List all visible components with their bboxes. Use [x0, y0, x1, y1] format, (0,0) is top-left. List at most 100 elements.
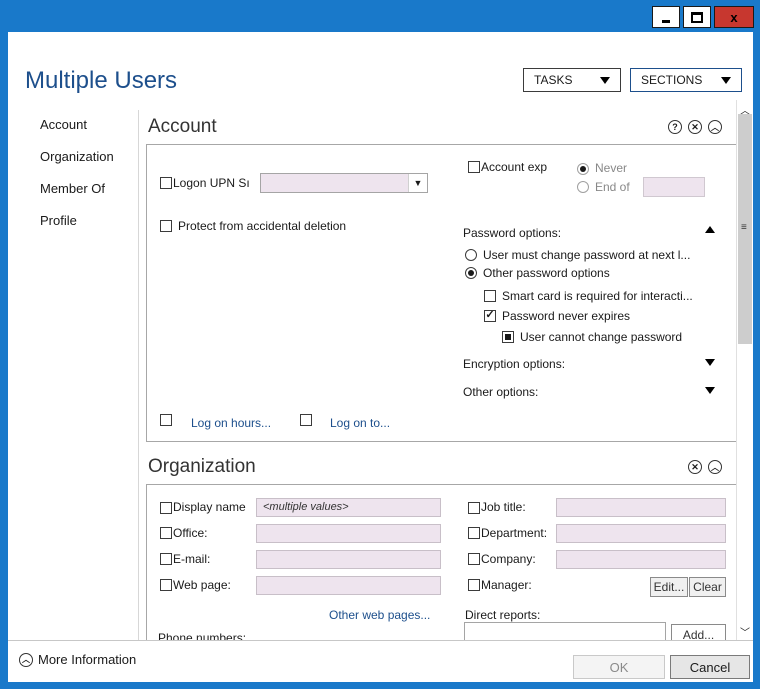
protect-deletion-checkbox[interactable]: [160, 220, 172, 232]
help-icon[interactable]: ?: [668, 120, 682, 134]
office-field[interactable]: [256, 524, 441, 543]
protect-deletion-label: Protect from accidental deletion: [178, 219, 347, 233]
cannot-change-checkbox[interactable]: [502, 331, 514, 343]
expand-other-options-icon[interactable]: [705, 387, 715, 394]
phone-numbers-label: Phone numbers:: [158, 631, 247, 640]
organization-section-title: Organization: [148, 456, 256, 477]
other-options-label: Other options:: [463, 385, 539, 399]
logon-to-link[interactable]: Log on to...: [330, 416, 390, 430]
section-nav: Account Organization Member Of Profile: [40, 117, 114, 245]
manager-label: Manager:: [481, 578, 532, 592]
tasks-dropdown[interactable]: TASKS: [523, 68, 621, 92]
never-label: Never: [595, 161, 628, 175]
page-title: Multiple Users: [25, 67, 178, 94]
vertical-scrollbar[interactable]: ︿ ≡ ﹀: [736, 100, 753, 640]
smart-card-checkbox[interactable]: [484, 290, 496, 302]
logon-hours-checkbox[interactable]: [160, 414, 172, 426]
cancel-button[interactable]: Cancel: [670, 655, 750, 679]
chevron-down-icon: ▼: [408, 174, 427, 192]
company-field[interactable]: [556, 550, 726, 569]
email-label: E-mail:: [173, 552, 211, 566]
other-password-label: Other password options: [483, 266, 610, 280]
close-section-icon[interactable]: ✕: [688, 120, 702, 134]
cannot-change-label: User cannot change password: [520, 330, 683, 344]
minimize-icon: [662, 19, 670, 23]
close-icon: x: [730, 9, 738, 25]
close-section-icon[interactable]: ✕: [688, 460, 702, 474]
more-information-label: More Information: [38, 652, 137, 667]
dialog-window: x Multiple Users TASKS SECTIONS Account …: [0, 0, 760, 689]
title-bar: [0, 0, 760, 32]
company-label: Company:: [481, 552, 536, 566]
collapse-password-icon[interactable]: [705, 226, 715, 233]
nav-divider: [138, 110, 139, 640]
close-button[interactable]: x: [714, 6, 754, 28]
sections-dropdown[interactable]: SECTIONS: [630, 68, 742, 92]
upn-suffix-select[interactable]: ▼: [260, 173, 428, 193]
collapse-icon[interactable]: ︿: [708, 460, 722, 474]
direct-reports-list[interactable]: [464, 622, 666, 640]
email-checkbox[interactable]: [160, 553, 172, 565]
department-checkbox[interactable]: [468, 527, 480, 539]
expand-encryption-icon[interactable]: [705, 359, 715, 366]
job-title-checkbox[interactable]: [468, 502, 480, 514]
account-exp-label: Account exp: [481, 160, 548, 174]
manager-checkbox[interactable]: [468, 579, 480, 591]
direct-reports-label: Direct reports:: [465, 608, 541, 622]
must-change-radio[interactable]: [465, 249, 477, 261]
display-name-checkbox[interactable]: [160, 502, 172, 514]
department-label: Department:: [481, 526, 548, 540]
clear-manager-button[interactable]: Clear: [689, 577, 726, 597]
never-expires-label: Password never expires: [502, 309, 631, 323]
password-options-label: Password options:: [463, 226, 562, 240]
chevron-down-icon: [600, 76, 610, 84]
end-of-label: End of: [595, 180, 630, 194]
collapse-icon[interactable]: ︿: [708, 120, 722, 134]
expand-icon: ︿: [19, 652, 33, 667]
logon-hours-link[interactable]: Log on hours...: [191, 416, 271, 430]
edit-manager-button[interactable]: Edit...: [650, 577, 688, 597]
scroll-grip-icon: ≡: [741, 222, 747, 233]
smart-card-label: Smart card is required for interacti...: [502, 289, 693, 303]
display-name-field[interactable]: <multiple values>: [256, 498, 441, 517]
more-information-toggle[interactable]: ︿ More Information: [19, 652, 136, 667]
end-of-radio[interactable]: [577, 181, 589, 193]
sections-label: SECTIONS: [641, 73, 703, 87]
chevron-down-icon: [721, 76, 731, 84]
department-field[interactable]: [556, 524, 726, 543]
web-page-label: Web page:: [173, 578, 231, 592]
account-section-title: Account: [148, 116, 217, 137]
logon-upn-checkbox[interactable]: [160, 177, 172, 189]
account-exp-checkbox[interactable]: [468, 161, 480, 173]
tasks-label: TASKS: [534, 73, 573, 87]
other-web-pages-link[interactable]: Other web pages...: [329, 608, 430, 622]
never-radio[interactable]: [577, 163, 589, 175]
indeterminate-icon: [505, 334, 511, 340]
nav-item-member-of[interactable]: Member Of: [40, 181, 114, 213]
encryption-options-label: Encryption options:: [463, 357, 566, 371]
web-page-field[interactable]: [256, 576, 441, 595]
nav-item-account[interactable]: Account: [40, 117, 114, 149]
job-title-field[interactable]: [556, 498, 726, 517]
never-expires-checkbox[interactable]: ✓: [484, 310, 496, 322]
email-field[interactable]: [256, 550, 441, 569]
scroll-down-icon[interactable]: ﹀: [740, 624, 750, 639]
must-change-label: User must change password at next l...: [483, 248, 691, 262]
nav-item-profile[interactable]: Profile: [40, 213, 114, 245]
office-checkbox[interactable]: [160, 527, 172, 539]
web-page-checkbox[interactable]: [160, 579, 172, 591]
sections-content: Account ? ✕ ︿ Logon UPN Sı ▼ Protect fro…: [140, 100, 738, 640]
company-checkbox[interactable]: [468, 553, 480, 565]
end-of-date-field[interactable]: [643, 177, 705, 197]
add-direct-report-button[interactable]: Add...: [671, 624, 726, 640]
logon-upn-label: Logon UPN Sı: [173, 176, 250, 190]
logon-to-checkbox[interactable]: [300, 414, 312, 426]
minimize-button[interactable]: [652, 6, 680, 28]
job-title-label: Job title:: [481, 500, 526, 514]
ok-button[interactable]: OK: [573, 655, 665, 679]
display-name-label: Display name: [173, 500, 246, 514]
nav-item-organization[interactable]: Organization: [40, 149, 114, 181]
maximize-icon: [691, 11, 703, 23]
maximize-button[interactable]: [683, 6, 711, 28]
other-password-radio[interactable]: [465, 267, 477, 279]
